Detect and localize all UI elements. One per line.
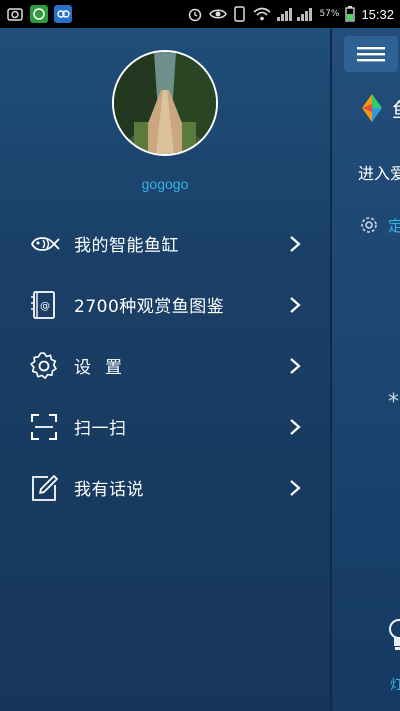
gear-icon[interactable] [358,214,380,236]
star-marker: * [388,390,399,415]
clock: 15:32 [361,6,394,22]
drawer-menu: 我的智能鱼缸 @ 2700种观赏鱼图鉴 设置 扫一扫 我有话说 [0,213,330,518]
book-icon: @ [31,290,55,319]
enter-text[interactable]: 进入爱 [358,160,400,184]
hamburger-menu-button[interactable] [344,36,398,72]
chevron-right-icon [290,357,301,374]
phone-lock-icon [234,6,246,22]
qq-icon [54,5,72,23]
navigation-drawer: gogogo 我的智能鱼缸 @ 2700种观赏鱼图鉴 设置 扫一扫 我有话说 [0,28,330,711]
brand-name: 鱼 [392,94,400,123]
username[interactable]: gogogo [0,176,330,192]
menu-item-label: 扫一扫 [74,419,127,439]
menu-icon [357,47,385,62]
menu-item-label: 设置 [74,358,136,378]
avatar[interactable] [112,50,218,156]
menu-item-label: 我的智能鱼缸 [74,236,179,256]
light-label: 灯 [390,678,400,693]
alarm-icon [189,8,202,22]
scan-icon [31,413,57,440]
edit-icon [32,474,58,501]
wechat-icon [30,5,48,23]
brand-logo-icon [362,94,382,122]
main-panel: 鱼 进入爱 定 * 灯 [330,28,400,711]
screenshot-icon [6,5,24,23]
setting-link[interactable]: 定 [388,215,400,236]
signal-icon [277,8,313,21]
menu-item-label: 2700种观赏鱼图鉴 [74,297,225,317]
status-bar: 57% 15:32 [0,0,400,28]
light-bulb-icon[interactable] [388,618,400,652]
gear-icon [30,351,57,379]
svg-text:@: @ [40,301,50,312]
chevron-right-icon [290,296,301,313]
menu-item-scan[interactable]: 扫一扫 [0,396,330,457]
menu-item-feedback[interactable]: 我有话说 [0,457,330,518]
menu-item-fish-encyclopedia[interactable]: @ 2700种观赏鱼图鉴 [0,274,330,335]
menu-item-my-tank[interactable]: 我的智能鱼缸 [0,213,330,274]
battery-icon [345,6,356,22]
menu-item-label: 我有话说 [74,480,144,500]
wifi-icon [253,7,271,21]
chevron-right-icon [290,479,301,496]
fish-icon [30,236,60,251]
menu-item-settings[interactable]: 设置 [0,335,330,396]
chevron-right-icon [290,418,301,435]
chevron-right-icon [290,235,301,252]
eye-icon [209,9,228,19]
battery-percent: 57% [319,9,340,19]
